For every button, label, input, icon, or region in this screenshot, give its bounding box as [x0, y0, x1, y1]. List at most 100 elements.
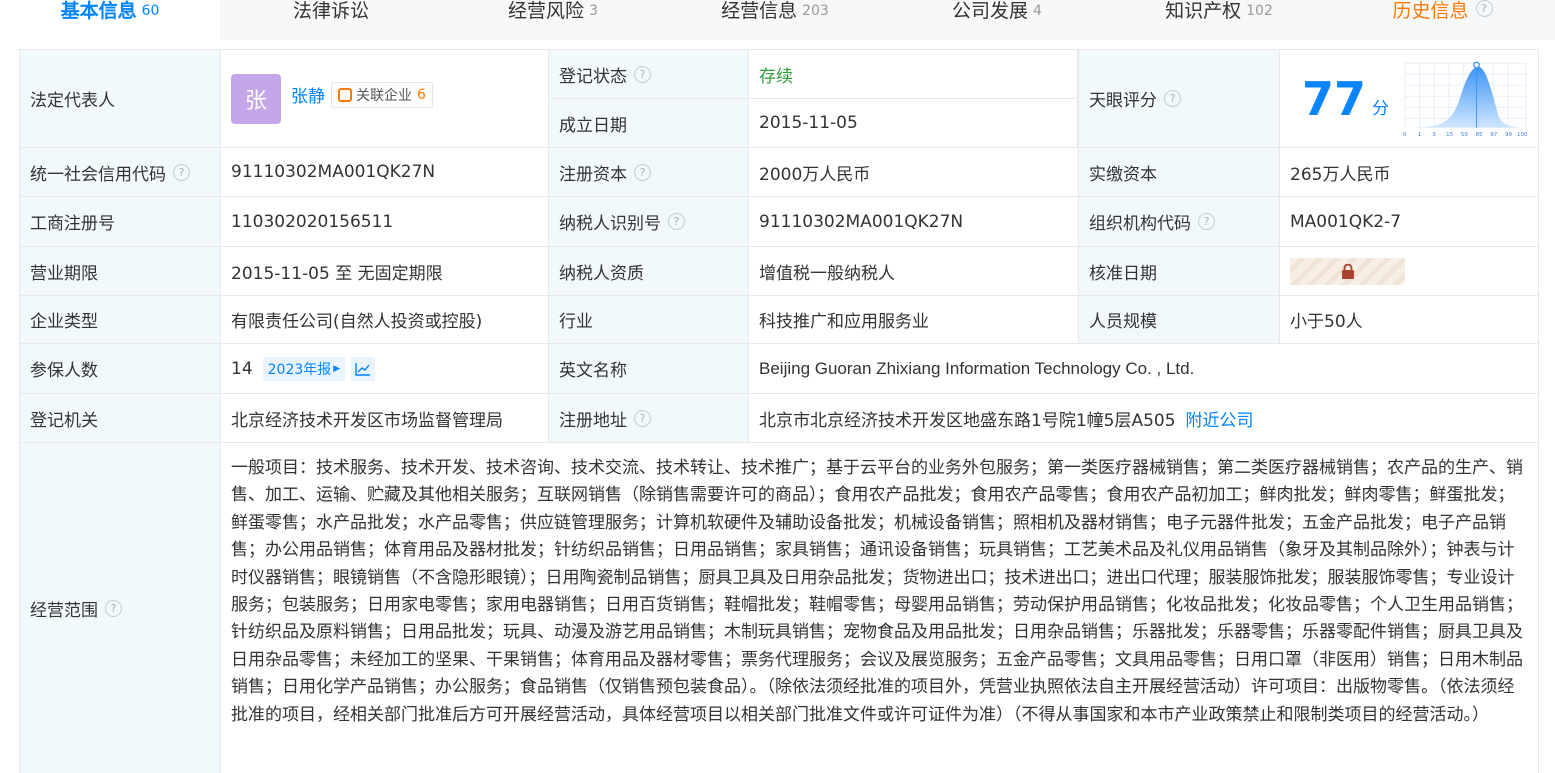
tab-count: 102	[1246, 3, 1273, 19]
basic-info-table: 法定代表人 张 张静 关联企业 6 登记状态? 存续 成立日期 2015-11-…	[19, 49, 1539, 773]
reg-address-label-text: 注册地址	[559, 410, 627, 431]
insured-label: 参保人数	[19, 344, 220, 393]
axis-tick: 99	[1505, 131, 1512, 137]
tab-count: 3	[589, 3, 598, 19]
help-icon[interactable]: ?	[1164, 90, 1181, 107]
tab-history[interactable]: 历史信息?	[1330, 0, 1555, 40]
annual-report-year-button[interactable]: 2023年报 ▶	[262, 356, 346, 381]
axis-tick: 15	[1446, 131, 1453, 137]
table-row: 企业类型 有限责任公司(自然人投资或控股) 行业 科技推广和应用服务业 人员规模…	[19, 296, 1539, 344]
tab-label: 公司发展	[952, 0, 1029, 22]
locked-value-button[interactable]	[1290, 257, 1405, 285]
axis-tick: 50	[1461, 131, 1468, 137]
company-type-label: 企业类型	[19, 296, 220, 343]
paid-capital-value: 265万人民币	[1279, 148, 1539, 196]
help-icon[interactable]: ?	[105, 599, 122, 617]
annual-report-year-label: 2023年报	[267, 361, 332, 378]
reg-status-value: 存续	[748, 50, 1078, 98]
help-icon[interactable]: ?	[634, 65, 651, 83]
english-name-value: Beijing Guoran Zhixiang Information Tech…	[748, 344, 1539, 393]
reg-status-label: 登记状态?	[548, 50, 748, 98]
tab-ip[interactable]: 知识产权 102	[1108, 0, 1330, 40]
scope-label: 经营范围?	[19, 443, 220, 773]
tab-development[interactable]: 公司发展 4	[886, 0, 1108, 40]
insured-value: 14	[231, 358, 253, 379]
tab-label: 法律诉讼	[292, 0, 369, 22]
tab-risk[interactable]: 经营风险 3	[442, 0, 664, 40]
tab-operation[interactable]: 经营信息 203	[664, 0, 886, 40]
reg-no-value: 110302020156511	[220, 197, 548, 246]
tab-count: 203	[802, 3, 829, 19]
org-code-label: 组织机构代码?	[1078, 197, 1279, 246]
tab-label: 经营信息	[721, 0, 798, 22]
related-companies-count: 6	[417, 87, 426, 103]
axis-tick: 97	[1490, 131, 1497, 137]
help-icon[interactable]: ?	[1475, 0, 1493, 17]
industry-value: 科技推广和应用服务业	[748, 296, 1078, 343]
staff-size-label: 人员规模	[1078, 296, 1279, 343]
status-row: 登记状态? 存续	[548, 50, 1078, 99]
tab-label: 经营风险	[508, 0, 585, 22]
axis-tick: 0	[1403, 131, 1407, 137]
industry-label: 行业	[548, 296, 748, 343]
tab-basic-info[interactable]: 基本信息 60	[0, 0, 220, 40]
legal-rep-name[interactable]: 张静	[291, 82, 325, 107]
reg-capital-label-text: 注册资本	[559, 164, 627, 185]
reg-no-label: 工商注册号	[19, 197, 220, 246]
related-companies-icon	[338, 88, 352, 102]
axis-tick: 100	[1517, 131, 1528, 137]
credit-code-value: 91110302MA001QK27N	[220, 148, 548, 196]
related-companies-label: 关联企业	[356, 88, 412, 104]
reg-address-label: 注册地址?	[548, 394, 748, 442]
help-icon[interactable]: ?	[668, 213, 685, 230]
tax-qual-label: 纳税人资质	[548, 247, 748, 295]
table-row: 工商注册号 110302020156511 纳税人识别号? 91110302MA…	[19, 197, 1539, 247]
tianyan-score-cell[interactable]: 77 分 0 1 3 15 50 85 97 99 100	[1279, 50, 1539, 147]
trend-chart-button[interactable]	[351, 356, 376, 381]
table-row: 营业期限 2015-11-05 至 无固定期限 纳税人资质 增值税一般纳税人 核…	[19, 247, 1539, 296]
legal-rep-label: 法定代表人	[19, 50, 220, 147]
reg-capital-label: 注册资本?	[548, 148, 748, 196]
tax-qual-value: 增值税一般纳税人	[748, 247, 1078, 295]
help-icon[interactable]: ?	[634, 409, 651, 427]
tab-label: 历史信息	[1392, 0, 1469, 22]
term-value: 2015-11-05 至 无固定期限	[220, 247, 548, 295]
tab-count: 60	[141, 3, 160, 19]
reg-capital-value: 2000万人民币	[748, 148, 1078, 196]
score-marker-dot	[1473, 61, 1480, 69]
org-code-label-text: 组织机构代码	[1089, 214, 1191, 234]
tab-label: 基本信息	[60, 0, 137, 22]
staff-size-value: 小于50人	[1279, 296, 1539, 343]
axis-tick: 3	[1432, 131, 1436, 137]
tianyan-score-label-text: 天眼评分	[1089, 91, 1157, 111]
found-date-row: 成立日期 2015-11-05	[548, 99, 1078, 147]
paid-capital-label: 实缴资本	[1078, 148, 1279, 196]
company-type-value: 有限责任公司(自然人投资或控股)	[220, 296, 548, 343]
found-date-value: 2015-11-05	[748, 99, 1078, 147]
related-companies-tag[interactable]: 关联企业 6	[331, 82, 433, 108]
line-chart-icon	[355, 362, 371, 376]
tab-legal[interactable]: 法律诉讼	[220, 0, 442, 40]
caret-right-icon: ▶	[333, 363, 341, 374]
credit-code-label-text: 统一社会信用代码	[30, 164, 166, 185]
help-icon[interactable]: ?	[1198, 213, 1215, 230]
help-icon[interactable]: ?	[173, 163, 190, 181]
lock-icon	[1341, 263, 1354, 279]
taxpayer-id-label: 纳税人识别号?	[548, 197, 748, 246]
tab-bar: 基本信息 60 法律诉讼 经营风险 3 经营信息 203 公司发展 4 知识产权 102 …	[0, 0, 1555, 40]
axis-ticks: 0 1 3 15 50 85 97 99 100	[1403, 131, 1528, 137]
table-row: 登记机关 北京经济技术开发区市场监督管理局 注册地址? 北京市北京经济技术开发区…	[19, 394, 1539, 443]
nearby-companies-link[interactable]: 附近公司	[1186, 406, 1254, 431]
approve-date-cell	[1279, 247, 1539, 295]
tianyan-score-label: 天眼评分?	[1078, 50, 1279, 147]
scope-label-text: 经营范围	[30, 600, 98, 621]
taxpayer-id-value: 91110302MA001QK27N	[748, 197, 1078, 246]
tab-label: 知识产权	[1165, 0, 1242, 22]
table-row: 参保人数 14 2023年报 ▶ 英文名称 Beijing Guoran Zhi…	[19, 344, 1539, 394]
approve-date-label: 核准日期	[1078, 247, 1279, 295]
taxpayer-id-label-text: 纳税人识别号	[559, 214, 661, 234]
tab-count: 4	[1033, 3, 1042, 19]
help-icon[interactable]: ?	[634, 163, 651, 181]
avatar: 张	[231, 74, 281, 124]
insured-cell: 14 2023年报 ▶	[220, 344, 548, 393]
